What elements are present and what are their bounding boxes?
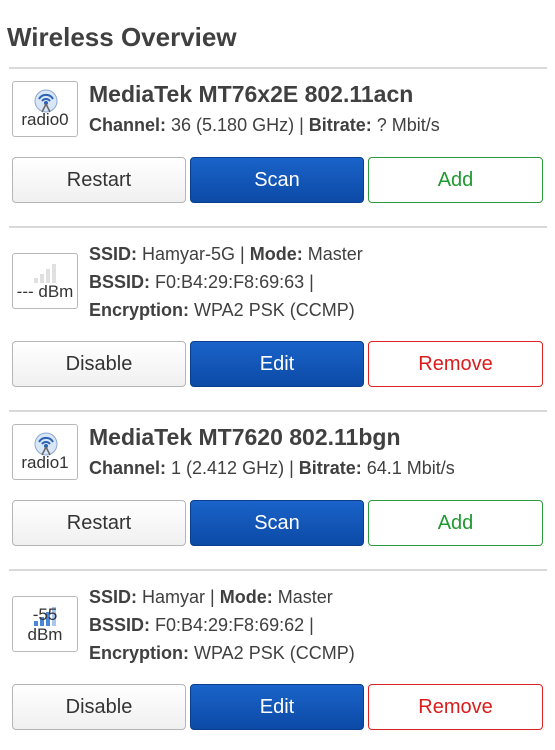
restart-button[interactable]: Restart [12,157,186,203]
radio-badge: radio0 [12,81,78,137]
signal-badge: --- dBm [12,253,78,309]
device-info: Channel: 36 (5.180 GHz) | Bitrate: ? Mbi… [89,115,440,136]
channel-label: Channel: [89,458,167,478]
bitrate-label: Bitrate: [298,458,362,478]
bitrate-value: 64.1 Mbit/s [361,458,455,478]
mode-value: Master [272,587,333,607]
mode-label: Mode: [219,587,273,607]
page-title: Wireless Overview [7,22,237,52]
channel-value: 1 (2.412 GHz) | [166,458,299,478]
mode-value: Master [302,244,363,264]
scan-button[interactable]: Scan [190,157,364,203]
bitrate-label: Bitrate: [308,115,372,135]
radio-badge: radio1 [12,424,78,480]
restart-button[interactable]: Restart [12,500,186,546]
network-bssid-line: BSSID: F0:B4:29:F8:69:63 | [89,272,314,293]
encryption-label: Encryption: [89,300,190,320]
network-encryption-line: Encryption: WPA2 PSK (CCMP) [89,643,355,664]
disable-button[interactable]: Disable [12,341,186,387]
channel-label: Channel: [89,115,167,135]
mode-label: Mode: [249,244,303,264]
device-row-radio1: radio1 MediaTek MT7620 802.11bgn Channel… [9,410,547,568]
ssid-value: Hamyar | [137,587,220,607]
device-title: MediaTek MT76x2E 802.11acn [89,81,414,107]
bssid-label: BSSID: [89,615,151,635]
add-button[interactable]: Add [368,157,543,203]
device-row-radio0: radio0 MediaTek MT76x2E 802.11acn Channe… [9,67,547,225]
signal-strength-label: -55 dBm [27,605,63,644]
radio-label: radio0 [21,110,69,129]
ssid-label: SSID: [89,587,138,607]
bitrate-value: ? Mbit/s [371,115,440,135]
encryption-value: WPA2 PSK (CCMP) [189,300,355,320]
disable-button[interactable]: Disable [12,684,186,730]
encryption-value: WPA2 PSK (CCMP) [189,643,355,663]
bssid-value: F0:B4:29:F8:69:62 | [150,615,314,635]
network-bssid-line: BSSID: F0:B4:29:F8:69:62 | [89,615,314,636]
remove-button[interactable]: Remove [368,341,543,387]
scan-button[interactable]: Scan [190,500,364,546]
edit-button[interactable]: Edit [190,341,364,387]
bssid-label: BSSID: [89,272,151,292]
ssid-value: Hamyar-5G | [137,244,250,264]
network-ssid-line: SSID: Hamyar-5G | Mode: Master [89,244,363,265]
network-encryption-line: Encryption: WPA2 PSK (CCMP) [89,300,355,321]
ssid-label: SSID: [89,244,138,264]
bssid-value: F0:B4:29:F8:69:63 | [150,272,314,292]
edit-button[interactable]: Edit [190,684,364,730]
network-ssid-line: SSID: Hamyar | Mode: Master [89,587,333,608]
network-row-hamyar: -55 dBm SSID: Hamyar | Mode: Master BSSI… [9,569,547,750]
encryption-label: Encryption: [89,643,190,663]
signal-badge: -55 dBm [12,596,78,652]
radio-label: radio1 [21,453,69,472]
signal-strength-label: --- dBm [16,282,74,301]
channel-value: 36 (5.180 GHz) | [166,115,309,135]
add-button[interactable]: Add [368,500,543,546]
device-title: MediaTek MT7620 802.11bgn [89,424,401,450]
device-info: Channel: 1 (2.412 GHz) | Bitrate: 64.1 M… [89,458,455,479]
remove-button[interactable]: Remove [368,684,543,730]
network-row-hamyar-5g: --- dBm SSID: Hamyar-5G | Mode: Master B… [9,226,547,410]
